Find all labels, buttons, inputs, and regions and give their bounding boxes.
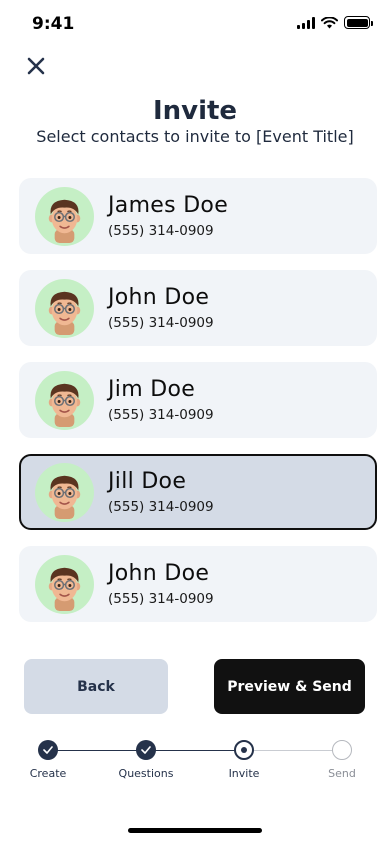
check-icon	[43, 746, 53, 754]
step-label: Invite	[228, 767, 260, 780]
avatar	[35, 279, 94, 338]
contact-phone: (555) 314-0909	[108, 591, 214, 607]
contact-name: James Doe	[108, 193, 229, 218]
step-questions[interactable]: Questions	[106, 738, 186, 780]
step-label: Questions	[118, 767, 174, 780]
check-icon	[141, 746, 151, 754]
step-invite[interactable]: Invite	[204, 738, 284, 780]
memoji-avatar-icon	[48, 567, 81, 612]
wifi-icon	[321, 16, 338, 28]
progress-stepper: Create Questions Invite Send	[0, 738, 390, 788]
contact-card-selected[interactable]: Jill Doe (555) 314-0909	[19, 454, 377, 530]
contact-phone: (555) 314-0909	[108, 315, 214, 331]
contact-name: John Doe	[108, 285, 210, 310]
avatar	[35, 371, 94, 430]
step-label: Send	[328, 767, 356, 780]
status-time: 9:41	[32, 14, 75, 34]
battery-icon	[344, 16, 373, 29]
contact-card[interactable]: John Doe (555) 314-0909	[19, 270, 377, 346]
memoji-avatar-icon	[48, 383, 81, 428]
cellular-signal-icon	[297, 16, 315, 29]
step-done-marker	[38, 740, 58, 760]
contact-card[interactable]: John Doe (555) 314-0909	[19, 546, 377, 622]
status-bar: 9:41	[0, 0, 390, 48]
step-label: Create	[29, 767, 67, 780]
status-icons	[297, 16, 373, 29]
contact-phone: (555) 314-0909	[108, 499, 214, 515]
memoji-avatar-icon	[48, 291, 81, 336]
contact-name: Jim Doe	[108, 377, 196, 402]
avatar	[35, 187, 94, 246]
contact-phone: (555) 314-0909	[108, 407, 214, 423]
page-subtitle: Select contacts to invite to [Event Titl…	[36, 127, 354, 146]
contact-name: Jill Doe	[108, 469, 187, 494]
close-button[interactable]	[24, 54, 48, 78]
avatar	[35, 555, 94, 614]
step-send[interactable]: Send	[302, 738, 382, 780]
avatar	[35, 463, 94, 522]
close-icon	[27, 57, 45, 75]
memoji-avatar-icon	[48, 475, 81, 520]
back-button[interactable]: Back	[24, 659, 168, 714]
step-todo-marker	[332, 740, 352, 760]
contact-name: John Doe	[108, 561, 210, 586]
preview-send-button[interactable]: Preview & Send	[214, 659, 365, 714]
step-current-marker	[234, 740, 254, 760]
memoji-avatar-icon	[48, 199, 81, 244]
contact-card[interactable]: Jim Doe (555) 314-0909	[19, 362, 377, 438]
contact-phone: (555) 314-0909	[108, 223, 214, 239]
home-indicator	[128, 828, 262, 833]
step-create[interactable]: Create	[8, 738, 88, 780]
contact-list: James Doe (555) 314-0909 John Doe (555) …	[19, 178, 377, 638]
step-done-marker	[136, 740, 156, 760]
page-title: Invite	[152, 96, 238, 126]
contact-card[interactable]: James Doe (555) 314-0909	[19, 178, 377, 254]
